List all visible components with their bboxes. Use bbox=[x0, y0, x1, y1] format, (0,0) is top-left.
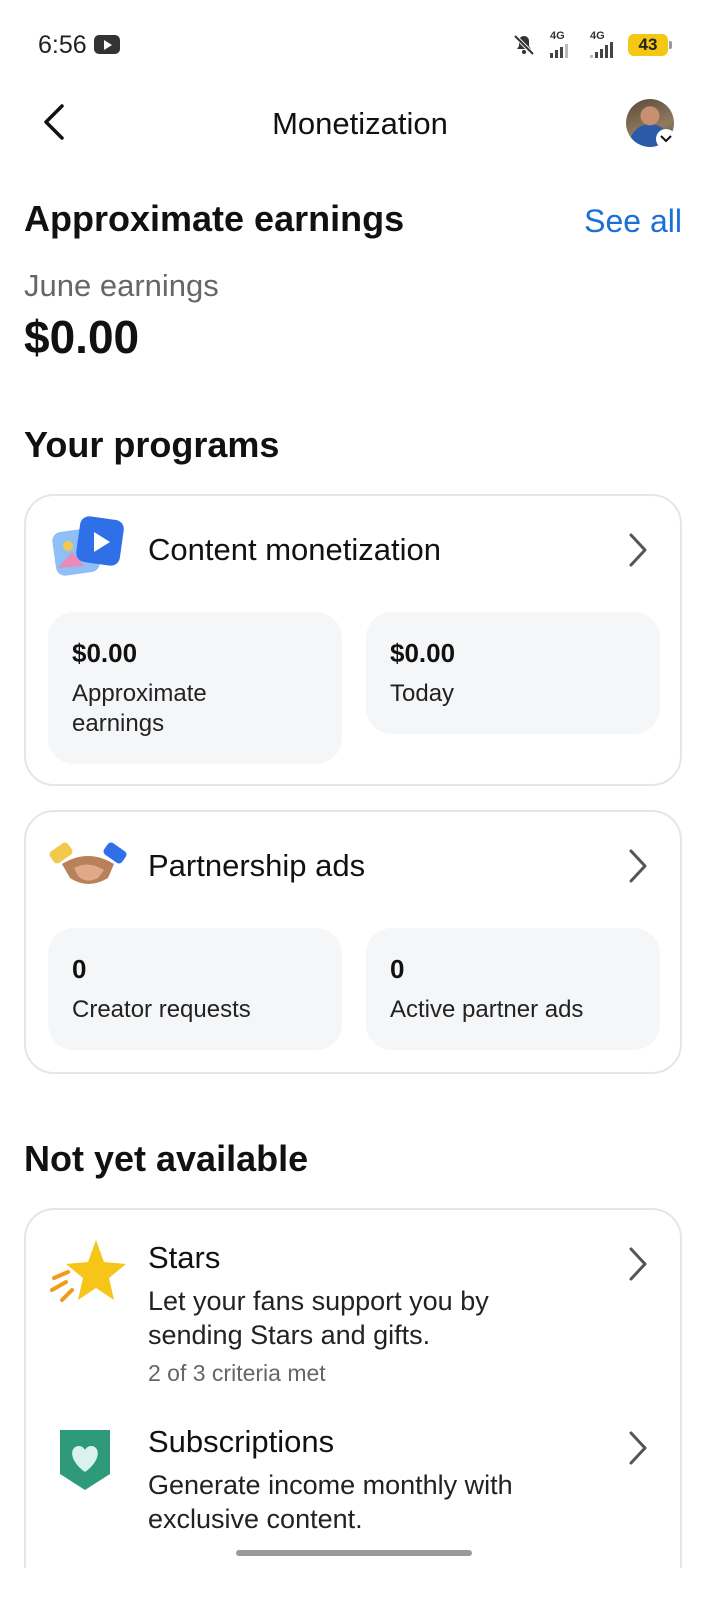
subscription-heart-icon bbox=[60, 1430, 110, 1490]
photo-video-icon bbox=[52, 516, 124, 576]
programs-heading: Your programs bbox=[24, 424, 280, 465]
chevron-right-icon bbox=[629, 1431, 647, 1465]
list-item-stars[interactable]: Stars Let your fans support you by sendi… bbox=[26, 1210, 680, 1390]
stat-label: Today bbox=[390, 680, 455, 707]
chevron-down-icon[interactable] bbox=[656, 129, 676, 149]
content-monetization-header[interactable]: Content monetization bbox=[26, 496, 680, 606]
network-label-1: 4G bbox=[550, 30, 565, 42]
earnings-period-label: June earnings bbox=[24, 268, 219, 303]
bell-muted-icon bbox=[513, 34, 535, 56]
signal-icon-1: 4G bbox=[548, 30, 576, 58]
status-bar: 6:56 4G 4G 43 bbox=[0, 0, 720, 90]
stat-label: Active partner ads bbox=[390, 996, 584, 1023]
home-indicator[interactable] bbox=[236, 1550, 472, 1556]
stat-value: 0 bbox=[72, 954, 87, 984]
card-title: Content monetization bbox=[148, 532, 441, 567]
list-item-description: Generate income monthly with exclusive c… bbox=[148, 1470, 513, 1534]
list-item-criteria: 2 of 3 criteria met bbox=[148, 1360, 326, 1386]
stat-approximate-earnings: $0.00 Approximate earnings bbox=[48, 612, 342, 764]
status-time: 6:56 bbox=[38, 31, 87, 59]
chevron-right-icon bbox=[629, 849, 647, 883]
partnership-ads-card[interactable]: Partnership ads 0 Creator requests 0 Act… bbox=[24, 810, 682, 1074]
stat-active-partner-ads: 0 Active partner ads bbox=[366, 928, 660, 1050]
earnings-heading: Approximate earnings bbox=[24, 198, 405, 239]
earnings-amount: $0.00 bbox=[24, 311, 140, 363]
stat-value: 0 bbox=[390, 954, 405, 984]
not-available-heading: Not yet available bbox=[24, 1138, 309, 1179]
signal-icon-2: 4G bbox=[588, 30, 616, 58]
partnership-ads-header[interactable]: Partnership ads bbox=[26, 812, 680, 922]
list-item-description: Let your fans support you by sending Sta… bbox=[148, 1286, 489, 1350]
app-header: Monetization bbox=[0, 90, 720, 160]
chevron-right-icon bbox=[629, 533, 647, 567]
card-title: Partnership ads bbox=[148, 848, 366, 883]
youtube-notification-icon bbox=[94, 35, 120, 54]
network-label-2: 4G bbox=[590, 30, 605, 42]
not-available-card: Stars Let your fans support you by sendi… bbox=[24, 1208, 682, 1568]
status-icons: 4G 4G 43 bbox=[512, 30, 672, 58]
stat-creator-requests: 0 Creator requests bbox=[48, 928, 342, 1050]
page-title: Monetization bbox=[272, 106, 448, 141]
list-item-title: Stars bbox=[148, 1240, 221, 1275]
chevron-right-icon bbox=[629, 1247, 647, 1281]
stat-label: Creator requests bbox=[72, 996, 251, 1023]
battery-icon: 43 bbox=[628, 34, 672, 56]
stat-value: $0.00 bbox=[390, 638, 456, 668]
list-item-title: Subscriptions bbox=[148, 1424, 335, 1459]
see-all-link[interactable]: See all bbox=[584, 203, 682, 240]
star-icon bbox=[50, 1240, 126, 1302]
stat-label: Approximate earnings bbox=[72, 680, 207, 737]
stat-value: $0.00 bbox=[72, 638, 138, 668]
content-monetization-card[interactable]: Content monetization $0.00 Approximate e… bbox=[24, 494, 682, 786]
list-item-subscriptions[interactable]: Subscriptions Generate income monthly wi… bbox=[26, 1410, 680, 1570]
handshake-icon bbox=[49, 842, 127, 884]
stat-today: $0.00 Today bbox=[366, 612, 660, 734]
